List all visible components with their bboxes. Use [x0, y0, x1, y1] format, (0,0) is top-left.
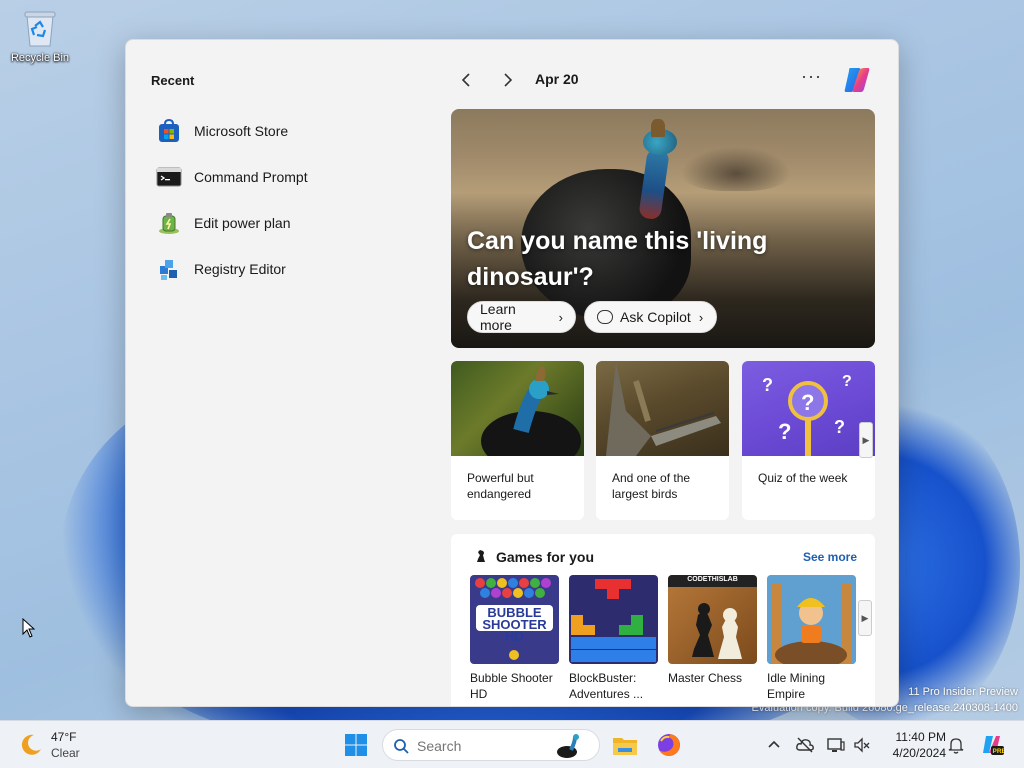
game-tile-text: BUBBLE SHOOTER HD [482, 605, 547, 644]
hero-image-rocks [681, 147, 791, 191]
recent-item-command-prompt[interactable]: Command Prompt [156, 154, 416, 200]
svg-text:?: ? [778, 419, 791, 444]
power-plan-icon [156, 210, 182, 236]
chevron-left-icon [461, 73, 470, 87]
chess-piece-icon [473, 548, 489, 564]
search-icon [393, 738, 409, 754]
chat-bubble-icon [597, 310, 613, 324]
svg-text:?: ? [801, 390, 814, 415]
game-tile-text: CODETHISLAB [687, 576, 738, 583]
story-card[interactable]: ? ? ? ? ? Quiz of the week [742, 361, 875, 520]
weather-temperature[interactable]: 47°F [51, 730, 76, 744]
recent-item-registry-editor[interactable]: Registry Editor [156, 246, 416, 292]
svg-text:?: ? [762, 375, 773, 395]
game-name: Master Chess [668, 671, 743, 685]
recent-heading: Recent [151, 73, 195, 88]
games-scroll-right-button[interactable]: ▶ [858, 600, 872, 636]
game-tile[interactable]: BUBBLE SHOOTER HD Bubble Shooter HD [470, 575, 559, 702]
game-tile[interactable]: Idle Mining Empire [767, 575, 856, 702]
previous-button[interactable] [455, 68, 479, 92]
moon-weather-icon[interactable] [18, 732, 44, 758]
clock-date: 4/20/2024 [892, 746, 946, 760]
start-button[interactable] [344, 733, 368, 757]
recycle-bin-icon [21, 8, 59, 48]
volume-muted-icon[interactable] [852, 735, 872, 755]
mouse-cursor-icon [22, 617, 36, 638]
network-icon[interactable] [826, 735, 846, 755]
copilot-icon[interactable] [841, 64, 873, 96]
registry-editor-icon [156, 256, 182, 282]
system-clock[interactable]: 11:40 PM 4/20/2024 [880, 729, 946, 761]
games-widget: Games for you See more BUBBLE SHOOTER HD… [451, 534, 875, 706]
see-more-link[interactable]: See more [803, 550, 857, 564]
build-watermark: 11 Pro Insider Preview [908, 686, 1018, 698]
more-options-button[interactable]: ··· [801, 66, 822, 87]
card-caption: Powerful but endangered [467, 471, 534, 501]
notifications-bell-icon[interactable] [946, 735, 966, 755]
folder-icon [613, 738, 637, 755]
game-thumbnail [569, 575, 658, 664]
game-name: Idle Mining Empire [767, 671, 826, 701]
learn-more-button[interactable]: Learn more › [467, 301, 576, 333]
recycle-bin-shortcut[interactable]: Recycle Bin [6, 8, 74, 64]
recent-item-label: Microsoft Store [194, 123, 289, 139]
taskbar-search[interactable] [382, 729, 600, 761]
chevron-right-icon: › [558, 309, 563, 325]
game-thumbnail: CODETHISLAB [668, 575, 757, 664]
copilot-taskbar-icon[interactable]: PRE [980, 733, 1007, 757]
recent-item-edit-power-plan[interactable]: Edit power plan [156, 200, 416, 246]
search-input[interactable] [417, 736, 547, 756]
clock-time: 11:40 PM [895, 730, 946, 744]
svg-text:?: ? [842, 373, 852, 390]
firefox-icon [658, 734, 680, 756]
chevron-right-icon: › [698, 309, 704, 325]
command-prompt-icon [156, 164, 182, 190]
chevron-right-icon [504, 73, 513, 87]
weather-condition[interactable]: Clear [51, 746, 80, 760]
feed-date: Apr 20 [535, 71, 579, 87]
hero-title: Can you name this 'living dinosaur'? [467, 227, 768, 291]
recent-item-label: Command Prompt [194, 169, 308, 185]
game-tile[interactable]: CODETHISLAB Master Chess [668, 575, 757, 686]
taskbar: 47°F Clear Search 11:40 PM 4/20/2024 PRE [0, 720, 1024, 768]
games-heading: Games for you [496, 549, 595, 565]
hero-story-card[interactable]: Can you name this 'living dinosaur'? Lea… [451, 109, 875, 348]
game-thumbnail [767, 575, 856, 664]
firefox-button[interactable] [655, 731, 683, 759]
story-cards-row: Powerful but endangered And one of the l… [451, 361, 875, 520]
search-highlight-cassowary-icon [553, 732, 585, 760]
windows-logo-icon [345, 734, 367, 756]
learn-more-label: Learn more [480, 301, 516, 333]
game-thumbnail: BUBBLE SHOOTER HD [470, 575, 559, 664]
card-caption: Quiz of the week [758, 471, 848, 485]
game-name: BlockBuster: Adventures ... [569, 671, 644, 701]
recent-list: Microsoft Store Command Prompt Edit powe… [156, 108, 416, 292]
hero-image-casque [651, 119, 665, 137]
card-image: ? ? ? ? ? [742, 361, 875, 456]
recycle-bin-label: Recycle Bin [10, 52, 70, 64]
microsoft-store-icon [156, 118, 182, 144]
svg-text:?: ? [834, 417, 845, 437]
cloud-offline-icon[interactable] [795, 735, 815, 755]
story-card[interactable]: Powerful but endangered [451, 361, 584, 520]
show-hidden-icons-chevron-icon[interactable] [764, 735, 784, 755]
game-tile[interactable]: BlockBuster: Adventures ... [569, 575, 658, 702]
card-caption: And one of the largest birds [612, 471, 691, 501]
widgets-board: Recent Microsoft Store Command Prompt Ed… [125, 39, 899, 707]
recent-item-label: Edit power plan [194, 215, 291, 231]
feed-header: Apr 20 ··· [451, 62, 876, 98]
recent-item-label: Registry Editor [194, 261, 286, 277]
game-name: Bubble Shooter HD [470, 671, 553, 701]
recent-item-microsoft-store[interactable]: Microsoft Store [156, 108, 416, 154]
ask-copilot-button[interactable]: Ask Copilot › [584, 301, 717, 333]
card-image [596, 361, 729, 456]
next-button[interactable] [495, 68, 519, 92]
file-explorer-button[interactable] [611, 731, 639, 759]
svg-text:PRE: PRE [993, 748, 1005, 755]
ask-copilot-label: Ask Copilot [620, 309, 691, 325]
card-image [451, 361, 584, 456]
cards-scroll-right-button[interactable]: ▶ [859, 422, 873, 458]
story-card[interactable]: And one of the largest birds [596, 361, 729, 520]
